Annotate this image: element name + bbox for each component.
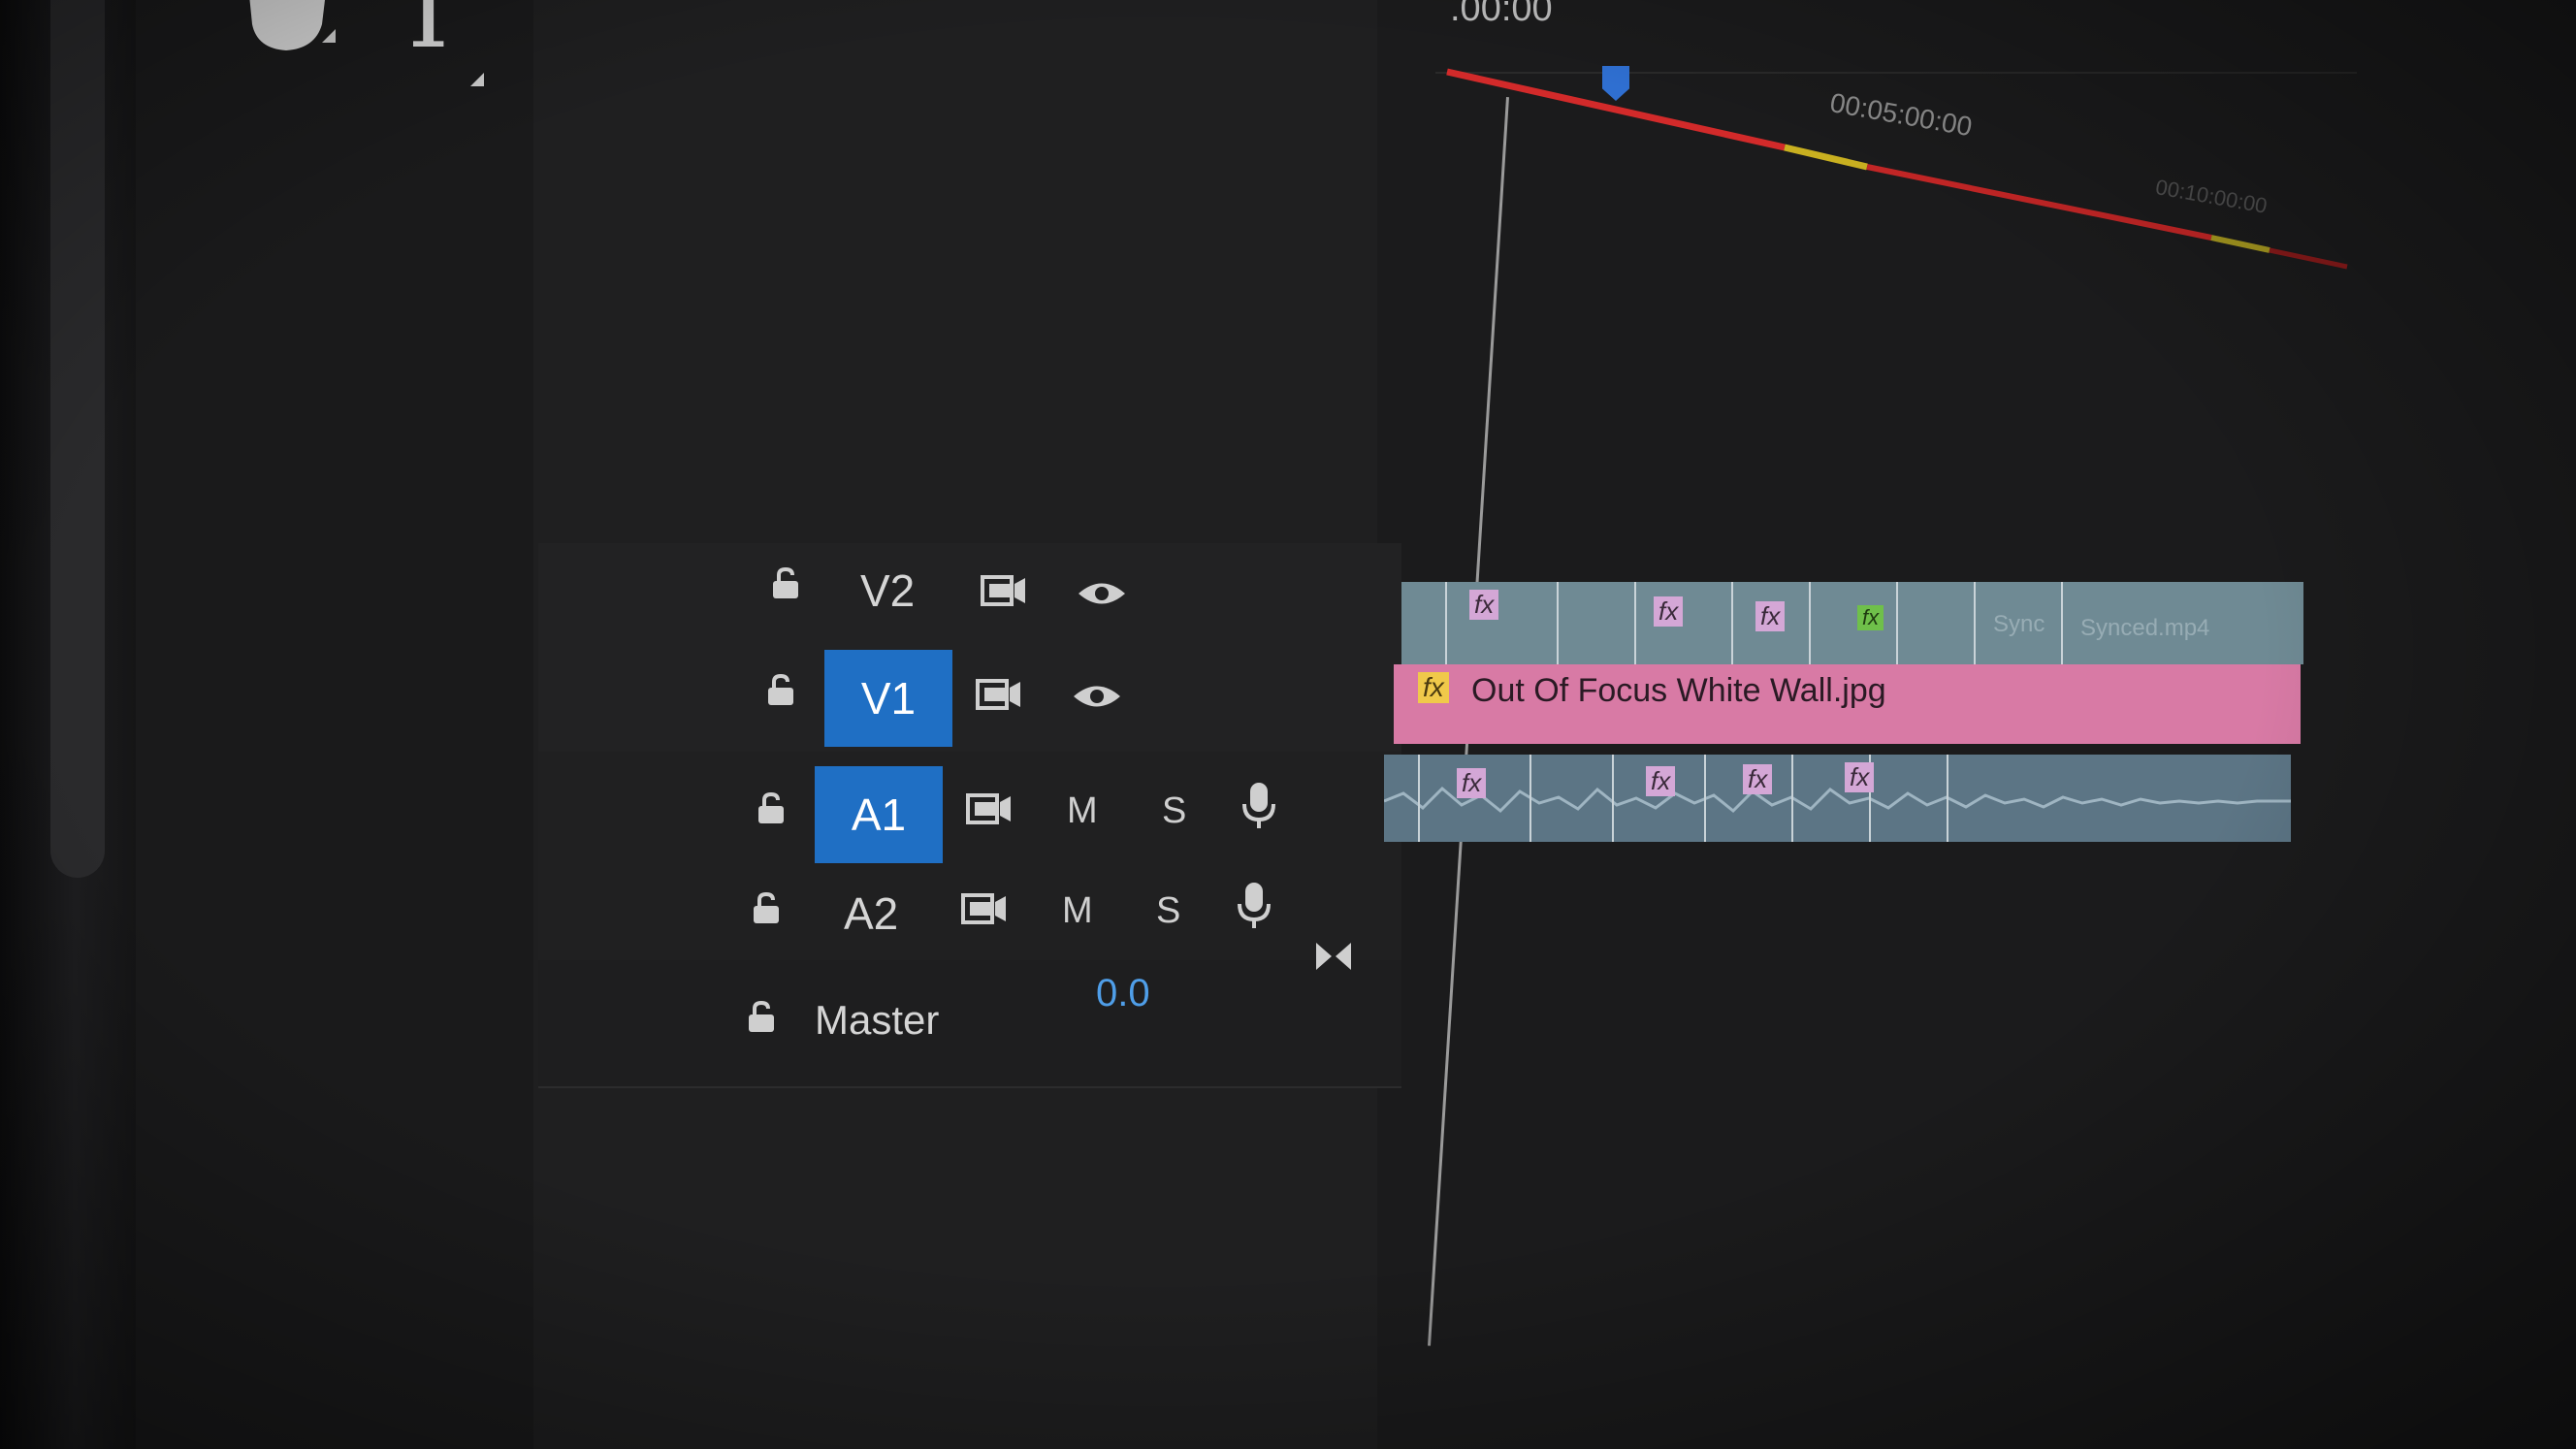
mute-button-a1[interactable]: M: [1067, 790, 1098, 832]
tools-scrollbar[interactable]: [50, 0, 105, 878]
mute-button-a2[interactable]: M: [1062, 890, 1093, 932]
clip-fx-badge: fx: [1654, 596, 1684, 627]
lock-icon[interactable]: [771, 566, 800, 600]
tools-column: [136, 0, 533, 1449]
track-label-a2[interactable]: A2: [844, 887, 898, 940]
clip-fx-badge: fx: [1646, 766, 1676, 796]
type-tool-icon[interactable]: T: [393, 0, 484, 86]
lock-icon[interactable]: [766, 673, 795, 707]
track-target-v1[interactable]: V1: [824, 650, 952, 747]
ruler-start-time: .00:00: [1450, 0, 1553, 29]
sync-lock-icon[interactable]: [965, 790, 1014, 832]
audio-waveform: [1384, 786, 2291, 814]
solo-button-a1[interactable]: S: [1162, 790, 1186, 832]
hand-icon[interactable]: [233, 0, 339, 58]
track-label-v2[interactable]: V2: [860, 564, 915, 617]
eye-icon[interactable]: [1077, 577, 1127, 615]
clip-fx-badge: fx: [1743, 764, 1773, 794]
type-tool-glyph: T: [393, 0, 465, 72]
track-row-master: Master 0.0: [538, 943, 1401, 1088]
track-height-toggle-icon[interactable]: [1314, 939, 1353, 979]
clip-fx-badge: fx: [1457, 768, 1487, 798]
track-row-a2: A2 M S: [538, 863, 1401, 962]
render-bar-yellow: [1784, 144, 1868, 171]
clip-v2[interactable]: fx fx fx fx Sync Synced.mp4: [1401, 582, 2303, 664]
track-row-a1: A1 M S: [538, 752, 1401, 865]
mic-icon[interactable]: [1237, 881, 1272, 936]
clip-name-faded: Synced.mp4: [2080, 615, 2210, 641]
mic-icon[interactable]: [1241, 781, 1276, 836]
lock-icon[interactable]: [757, 791, 786, 825]
track-row-v1: V1: [538, 635, 1401, 754]
render-bar-yellow: [2210, 235, 2270, 253]
lock-icon[interactable]: [752, 891, 781, 925]
eye-icon[interactable]: [1072, 680, 1122, 718]
tool-menu-corner-icon: [470, 73, 484, 86]
clip-fx-badge: fx: [1845, 762, 1875, 792]
tool-menu-corner-icon: [322, 29, 336, 43]
clip-fx-badge: fx: [1469, 590, 1499, 620]
work-area-bar: [2269, 247, 2348, 270]
clip-v1[interactable]: fx Out Of Focus White Wall.jpg: [1394, 664, 2301, 744]
clip-fx-badge: fx: [1857, 605, 1884, 630]
master-volume-value[interactable]: 0.0: [1096, 972, 1150, 1015]
sync-lock-icon[interactable]: [980, 572, 1028, 614]
track-row-v2: V2: [538, 543, 1401, 637]
clip-a1[interactable]: fx fx fx fx: [1384, 755, 2291, 842]
track-target-a1[interactable]: A1: [815, 766, 943, 863]
clip-fx-badge: fx: [1418, 672, 1449, 703]
clip-fx-badge: fx: [1755, 601, 1786, 631]
master-track-label: Master: [815, 997, 940, 1043]
time-ruler[interactable]: [1435, 39, 2357, 310]
clip-name: Out Of Focus White Wall.jpg: [1471, 672, 1886, 709]
lock-icon[interactable]: [747, 1000, 776, 1034]
sync-lock-icon[interactable]: [960, 890, 1009, 932]
sync-lock-icon[interactable]: [975, 676, 1023, 718]
clip-name-faded: Sync: [1993, 611, 2045, 637]
solo-button-a2[interactable]: S: [1156, 890, 1180, 932]
